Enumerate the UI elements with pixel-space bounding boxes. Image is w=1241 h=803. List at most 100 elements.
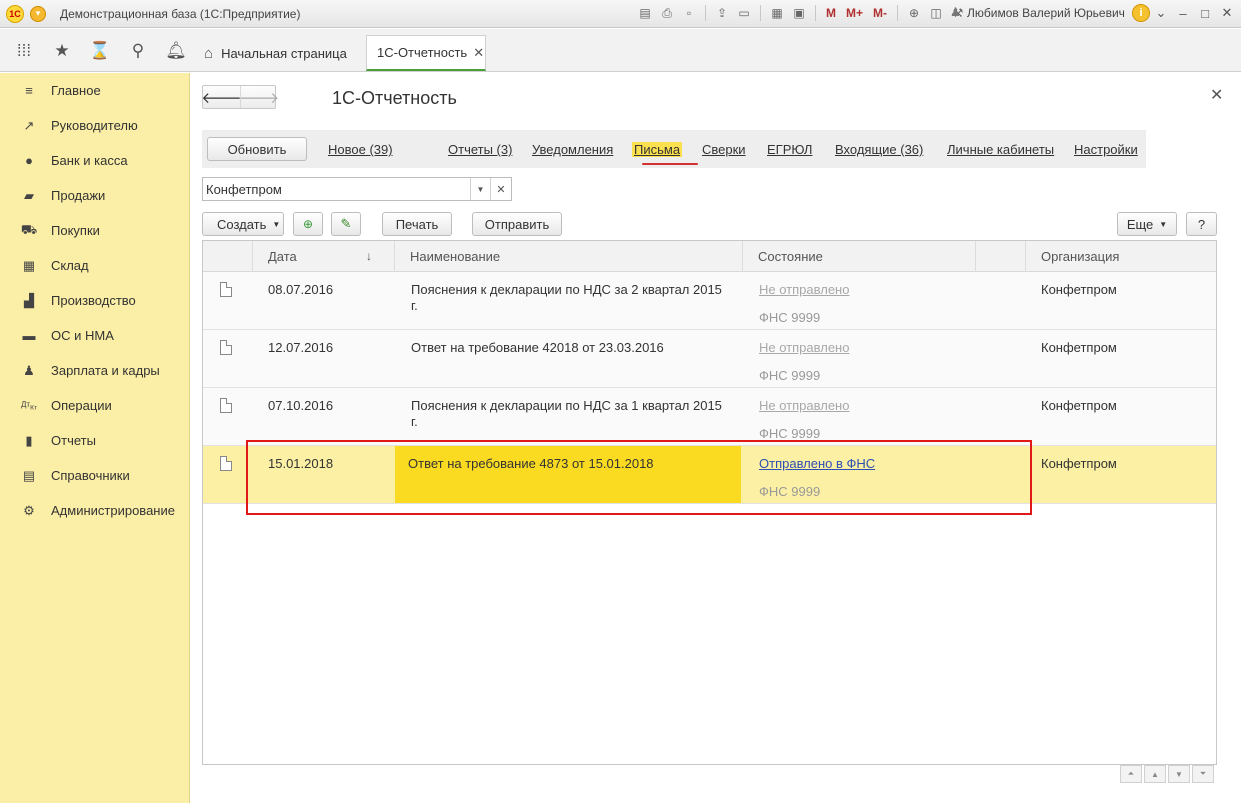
edit-pencil-icon[interactable]: ✎ <box>331 212 361 236</box>
column-organization[interactable]: Организация <box>1026 241 1216 272</box>
row-name-cont: г. <box>411 414 418 429</box>
memory-button[interactable]: M <box>823 6 839 20</box>
link-reconciliations[interactable]: Сверки <box>702 142 746 157</box>
column-date[interactable]: Дата <box>253 241 395 272</box>
dropdown-arrow-icon[interactable]: ▼ <box>470 178 490 200</box>
maximize-icon[interactable]: □ <box>1195 4 1215 22</box>
add-document-icon[interactable]: ⊕ <box>293 212 323 236</box>
calculator-icon[interactable]: ▦ <box>768 4 786 22</box>
sidebar-item-operations[interactable]: ДтКт Операции <box>0 388 189 423</box>
chevron-down-icon: ▼ <box>1159 219 1168 229</box>
table-row[interactable]: 07.10.2016 Пояснения к декларации по НДС… <box>203 388 1216 446</box>
scroll-up-icon[interactable]: ▲ <box>1144 765 1166 783</box>
send-button[interactable]: Отправить <box>472 212 562 236</box>
tab-1c-reporting[interactable]: 1С-Отчетность ✕ <box>366 35 486 71</box>
organization-filter[interactable]: Конфетпром ▼ ✕ <box>202 177 512 201</box>
close-form-icon[interactable]: ✕ <box>1210 85 1223 105</box>
scroll-down-icon[interactable]: ▼ <box>1168 765 1190 783</box>
memory-plus-button[interactable]: M+ <box>843 6 866 20</box>
link-reports[interactable]: Отчеты (3) <box>448 142 512 157</box>
bar-chart-icon: ▮ <box>25 432 33 448</box>
sidebar-item-sales[interactable]: ▰ Продажи <box>0 178 189 213</box>
table-row[interactable]: 08.07.2016 Пояснения к декларации по НДС… <box>203 272 1216 330</box>
column-name[interactable]: Наименование <box>395 241 743 272</box>
info-icon[interactable]: i <box>1132 4 1150 22</box>
document-icon[interactable]: ▭ <box>735 4 753 22</box>
row-recipient: ФНС 9999 <box>759 310 821 325</box>
sidebar-item-reports[interactable]: ▮ Отчеты <box>0 423 189 458</box>
sidebar-item-catalogs[interactable]: ▤ Справочники <box>0 458 189 493</box>
close-window-icon[interactable]: ✕ <box>1217 4 1237 22</box>
help-button[interactable]: ? <box>1186 212 1217 236</box>
tab-active-label: 1С-Отчетность <box>377 45 468 60</box>
link-letters[interactable]: Письма <box>632 142 683 157</box>
chevron-down-icon: ▼ <box>272 219 281 229</box>
book-icon: ▤ <box>22 467 36 483</box>
clear-icon[interactable]: ✕ <box>490 178 511 200</box>
row-date: 07.10.2016 <box>268 398 334 413</box>
scroll-bottom-icon[interactable]: ⏷ <box>1192 765 1214 783</box>
panels-icon[interactable]: ◫ <box>927 4 945 22</box>
forward-arrow-icon[interactable]: 🡒 <box>239 86 279 108</box>
history-icon[interactable]: ⌛ <box>89 41 110 61</box>
minimize-icon[interactable]: – <box>1173 4 1193 22</box>
organization-value: Конфетпром <box>206 182 282 197</box>
search-icon[interactable]: ⚲ <box>128 41 148 61</box>
scroll-top-icon[interactable]: ⏶ <box>1120 765 1142 783</box>
link-settings[interactable]: Настройки <box>1074 142 1138 157</box>
sidebar-item-salary[interactable]: ♟ Зарплата и кадры <box>0 353 189 388</box>
document-icon <box>220 456 232 471</box>
sidebar-item-manager[interactable]: ↗ Руководителю <box>0 108 189 143</box>
sidebar-item-main[interactable]: ≡ Главное <box>0 73 189 108</box>
print-icon[interactable]: ⎙ <box>658 4 676 22</box>
tab-home-label: Начальная страница <box>221 45 347 61</box>
link-incoming[interactable]: Входящие (36) <box>835 142 923 157</box>
link-notifications[interactable]: Уведомления <box>532 142 613 157</box>
user-name[interactable]: Любимов Валерий Юрьевич <box>967 6 1125 20</box>
main-menu-icon[interactable]: ▾ <box>30 5 46 22</box>
upload-icon[interactable]: ⇪ <box>713 4 731 22</box>
back-arrow-icon[interactable]: 🡐 <box>201 86 241 108</box>
row-name: Пояснения к декларации по НДС за 2 кварт… <box>411 282 722 297</box>
bell-icon[interactable]: 🔔︎ <box>165 41 187 61</box>
table-row[interactable]: 12.07.2016 Ответ на требование 42018 от … <box>203 330 1216 388</box>
close-tab-icon[interactable]: ✕ <box>473 45 484 61</box>
row-date: 08.07.2016 <box>268 282 334 297</box>
section-toolbar: Обновить Новое (39) Отчеты (3) Уведомлен… <box>202 130 1146 168</box>
star-icon[interactable]: ★ <box>52 41 72 61</box>
link-new[interactable]: Новое (39) <box>328 142 393 157</box>
user-icon: ♟ <box>950 5 961 19</box>
link-personal-cabinets[interactable]: Личные кабинеты <box>947 142 1054 157</box>
row-recipient: ФНС 9999 <box>759 368 821 383</box>
refresh-button[interactable]: Обновить <box>207 137 307 161</box>
tab-home[interactable]: ⌂ Начальная страница <box>196 35 358 71</box>
sidebar-item-warehouse[interactable]: ▦ Склад <box>0 248 189 283</box>
table-scroll-controls: ⏶ ▲ ▼ ⏷ <box>1120 765 1214 783</box>
memory-minus-button[interactable]: M- <box>870 6 890 20</box>
title-toolbar: ▤ ⎙ ▫ ⇪ ▭ ▦ ▣ M M+ M- ⊕ ◫ ⚒ <box>636 4 967 22</box>
row-status-link[interactable]: Не отправлено <box>759 340 849 356</box>
column-status[interactable]: Состояние <box>743 241 976 272</box>
sidebar-item-admin[interactable]: ⚙ Администрирование <box>0 493 189 528</box>
sidebar-item-assets[interactable]: ▬ ОС и НМА <box>0 318 189 353</box>
truck-icon: ▬ <box>22 328 36 343</box>
preview-icon[interactable]: ▫ <box>680 4 698 22</box>
sidebar-item-purchases[interactable]: ⛟ Покупки <box>0 213 189 248</box>
more-button[interactable]: Еще ▼ <box>1117 212 1177 236</box>
link-egrul[interactable]: ЕГРЮЛ <box>767 142 812 157</box>
row-status-link[interactable]: Не отправлено <box>759 398 849 414</box>
sidebar-item-bank[interactable]: ● Банк и касса <box>0 143 189 178</box>
print-button[interactable]: Печать <box>382 212 452 236</box>
sidebar-item-production[interactable]: ▟ Производство <box>0 283 189 318</box>
dropdown-icon[interactable]: ⌄ <box>1151 4 1171 22</box>
row-status-link[interactable]: Не отправлено <box>759 282 849 298</box>
cart-icon: ⛟ <box>20 221 38 237</box>
save-icon[interactable]: ▤ <box>636 4 654 22</box>
zoom-icon[interactable]: ⊕ <box>905 4 923 22</box>
calendar-icon[interactable]: ▣ <box>790 4 808 22</box>
row-organization: Конфетпром <box>1041 340 1117 355</box>
grid-icon: ▦ <box>22 257 36 273</box>
create-button[interactable]: Создать ▼ <box>202 212 284 236</box>
apps-grid-icon[interactable]: ⁞⁞⁞ <box>14 41 34 61</box>
page-title: 1С-Отчетность <box>332 88 457 108</box>
